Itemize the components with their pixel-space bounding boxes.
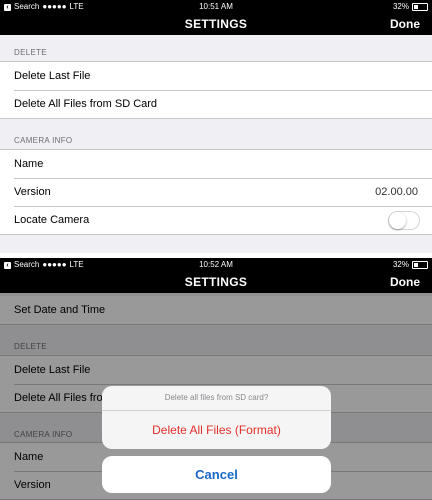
version-value: 02.00.00: [375, 186, 418, 198]
row-label: Version: [14, 186, 51, 198]
locate-camera-row: Locate Camera: [0, 206, 432, 234]
locate-camera-toggle[interactable]: [388, 211, 420, 230]
row-label: Delete Last File: [14, 70, 91, 82]
battery-icon: [412, 261, 428, 269]
delete-all-format-button[interactable]: Delete All Files (Format): [102, 411, 331, 449]
toggle-knob: [389, 212, 406, 229]
cancel-button[interactable]: Cancel: [102, 456, 331, 493]
section-header-camera-info: CAMERA INFO: [14, 136, 73, 145]
version-row: Version 02.00.00: [0, 178, 432, 206]
navigation-bar: SETTINGS Done: [0, 272, 432, 293]
status-battery-percent: 32%: [392, 2, 409, 11]
battery-icon: [412, 3, 428, 11]
settings-screen-top: ‹ Search ●●●●● LTE 10:51 AM 32% SETTINGS…: [0, 0, 432, 253]
status-bar: ‹ Search ●●●●● LTE 10:51 AM 32%: [0, 0, 432, 14]
page-title: SETTINGS: [184, 17, 248, 31]
navigation-bar: SETTINGS Done: [0, 14, 432, 35]
status-bar: ‹ Search ●●●●● LTE 10:52 AM 32%: [0, 258, 432, 272]
camera-info-group: Name Version 02.00.00 Locate Camera: [0, 149, 432, 235]
row-label: Locate Camera: [14, 214, 90, 226]
status-time: 10:51 AM: [199, 2, 233, 11]
status-battery-percent: 32%: [392, 260, 409, 269]
page-title: SETTINGS: [184, 275, 248, 289]
name-row[interactable]: Name: [0, 150, 432, 178]
done-button[interactable]: Done: [390, 14, 420, 35]
status-time: 10:52 AM: [199, 260, 233, 269]
delete-group: Delete Last File Delete All Files from S…: [0, 61, 432, 119]
row-label: Delete All Files from SD Card: [14, 98, 158, 110]
done-button[interactable]: Done: [390, 272, 420, 293]
row-label: Name: [14, 158, 44, 170]
settings-screen-bottom: ‹ Search ●●●●● LTE 10:52 AM 32% SETTINGS…: [0, 258, 432, 500]
delete-all-files-row[interactable]: Delete All Files from SD Card: [0, 90, 432, 118]
section-header-delete: DELETE: [14, 48, 47, 57]
delete-last-file-row[interactable]: Delete Last File: [0, 62, 432, 90]
action-sheet: Delete all files from SD card? Delete Al…: [102, 386, 331, 449]
action-sheet-message: Delete all files from SD card?: [102, 386, 331, 411]
